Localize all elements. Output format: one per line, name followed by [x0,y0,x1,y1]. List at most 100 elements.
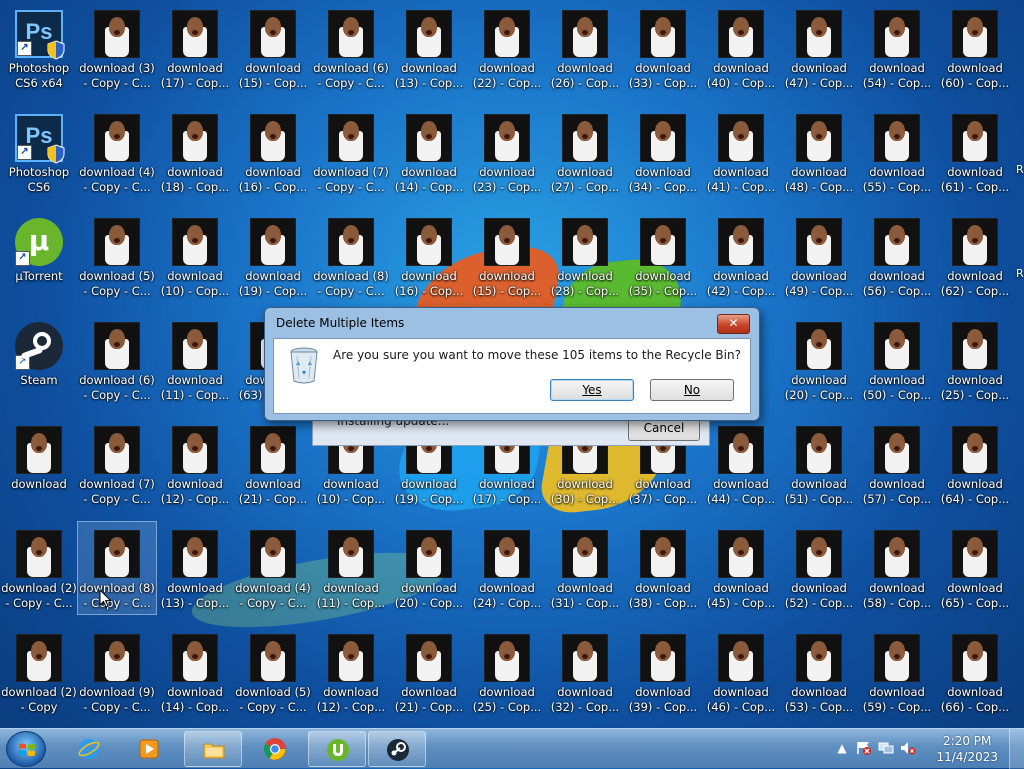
network-icon[interactable] [878,741,894,755]
desktop-file-icon[interactable]: download (41) - Cop... [702,106,780,198]
desktop-file-icon[interactable]: download (27) - Cop... [546,106,624,198]
desktop-file-icon[interactable]: download (21) - Cop... [390,626,468,718]
desktop-file-icon[interactable]: download (8) - Copy - C... [77,521,157,615]
desktop-file-icon[interactable]: download (5) - Copy - C... [234,626,312,718]
desktop-file-icon[interactable]: download (42) - Cop... [702,210,780,302]
desktop-file-icon[interactable]: download (47) - Cop... [780,2,858,94]
desktop-file-icon[interactable]: download (31) - Cop... [546,522,624,614]
desktop-file-icon[interactable]: download (5) - Copy - C... [78,210,156,302]
taskbar-clock[interactable]: 2:20 PM 11/4/2023 [936,733,998,765]
show-hidden-icons-icon[interactable]: ▲ [834,741,850,755]
desktop-file-icon[interactable]: download (19) - Cop... [234,210,312,302]
desktop-file-icon[interactable]: download (10) - Cop... [156,210,234,302]
desktop-file-icon[interactable]: download (39) - Cop... [624,626,702,718]
icon-label: download (23) - Cop... [472,165,542,194]
desktop-file-icon[interactable]: download (46) - Cop... [702,626,780,718]
close-button[interactable]: ✕ [717,314,750,334]
desktop-file-icon[interactable]: download (20) - Cop... [390,522,468,614]
desktop-file-icon[interactable]: download (23) - Cop... [468,106,546,198]
desktop-file-icon[interactable]: download (66) - Cop... [936,626,1014,718]
desktop-file-icon[interactable]: download (6) - Copy - C... [78,314,156,406]
desktop-file-icon[interactable]: download (56) - Cop... [858,210,936,302]
desktop-file-icon[interactable]: download (50) - Cop... [858,314,936,406]
desktop-file-icon[interactable]: download (55) - Cop... [858,106,936,198]
desktop-file-icon[interactable]: download (52) - Cop... [780,522,858,614]
desktop-file-icon[interactable]: download (2) - Copy - C... [0,522,78,614]
desktop-file-icon[interactable]: download (16) - Cop... [390,210,468,302]
desktop-file-icon[interactable]: download (15) - Cop... [468,210,546,302]
desktop-file-icon[interactable]: download (58) - Cop... [858,522,936,614]
desktop-file-icon[interactable]: download (44) - Cop... [702,418,780,510]
desktop-shortcut[interactable]: Ps ↗ Photoshop CS6 [0,106,78,198]
taskbar-media-player[interactable] [120,731,178,767]
desktop-file-icon[interactable]: download (13) - Cop... [390,2,468,94]
volume-muted-icon[interactable] [900,741,916,755]
desktop-shortcut[interactable]: µ ↗ µTorrent [0,210,78,302]
desktop-file-icon[interactable]: download (25) - Cop... [936,314,1014,406]
taskbar-steam[interactable] [368,731,426,767]
desktop-file-icon[interactable]: download (26) - Cop... [546,2,624,94]
desktop-file-icon[interactable]: download (61) - Cop... [936,106,1014,198]
desktop-file-icon[interactable]: download (17) - Cop... [156,2,234,94]
desktop-file-icon[interactable]: download (28) - Cop... [546,210,624,302]
taskbar-chrome[interactable] [246,731,304,767]
desktop-file-icon[interactable]: download (7) - Copy - C... [78,418,156,510]
desktop-file-icon[interactable]: download (51) - Cop... [780,418,858,510]
desktop-file-icon[interactable]: download (18) - Cop... [156,106,234,198]
start-button[interactable] [6,731,46,767]
desktop-file-icon[interactable]: download (15) - Cop... [234,2,312,94]
taskbar-file-explorer[interactable] [184,731,242,767]
desktop-file-icon[interactable]: download (64) - Cop... [936,418,1014,510]
desktop-file-icon[interactable]: download (16) - Cop... [234,106,312,198]
desktop-file-icon[interactable]: download (40) - Cop... [702,2,780,94]
yes-button[interactable]: Yes [550,379,634,401]
dialog-titlebar[interactable]: Delete Multiple Items ✕ [265,308,759,338]
no-button[interactable]: No [650,379,734,401]
desktop-file-icon[interactable]: download (53) - Cop... [780,626,858,718]
shortcut-arrow-icon: ↗ [15,355,30,370]
desktop-file-icon[interactable]: download (48) - Cop... [780,106,858,198]
desktop-file-icon[interactable]: download (6) - Copy - C... [312,2,390,94]
desktop-file-icon[interactable]: download (45) - Cop... [702,522,780,614]
desktop-file-icon[interactable]: download (57) - Cop... [858,418,936,510]
desktop-file-icon[interactable]: download (49) - Cop... [780,210,858,302]
desktop-file-icon[interactable]: download (25) - Cop... [468,626,546,718]
desktop-shortcut[interactable]: ↗ Steam [0,314,78,406]
desktop-file-icon[interactable]: download (38) - Cop... [624,522,702,614]
desktop-file-icon[interactable]: download (12) - Cop... [312,626,390,718]
desktop-file-icon[interactable]: download (32) - Cop... [546,626,624,718]
desktop-shortcut[interactable]: Ps ↗ Photoshop CS6 x64 [0,2,78,94]
desktop-file-icon[interactable]: download (62) - Cop... [936,210,1014,302]
desktop-file-icon[interactable]: download (60) - Cop... [936,2,1014,94]
icon-label: download (60) - Cop... [940,61,1010,90]
desktop-file-icon[interactable]: download (4) - Copy - C... [234,522,312,614]
desktop-file-icon[interactable]: download (13) - Cop... [156,522,234,614]
desktop-file-icon[interactable]: download (12) - Cop... [156,418,234,510]
icon-label: download (47) - Cop... [784,61,854,90]
desktop-file-icon[interactable]: download (35) - Cop... [624,210,702,302]
desktop-file-icon[interactable]: download (3) - Copy - C... [78,2,156,94]
desktop-file-icon[interactable]: download (59) - Cop... [858,626,936,718]
desktop-file-icon[interactable]: download (7) - Copy - C... [312,106,390,198]
show-desktop-button[interactable] [1009,729,1024,769]
desktop-file-icon[interactable]: download (21) - Cop... [234,418,312,510]
desktop-file-icon[interactable]: download (2) - Copy [0,626,78,718]
desktop-file-icon[interactable]: download (65) - Cop... [936,522,1014,614]
taskbar-utorrent[interactable] [308,731,366,767]
desktop-file-icon[interactable]: download (8) - Copy - C... [312,210,390,302]
desktop-file-icon[interactable]: download (20) - Cop... [780,314,858,406]
desktop-file-icon[interactable]: download (11) - Cop... [156,314,234,406]
desktop-file-icon[interactable]: download (4) - Copy - C... [78,106,156,198]
desktop-file-icon[interactable]: download (22) - Cop... [468,2,546,94]
desktop-file-icon[interactable]: download (54) - Cop... [858,2,936,94]
action-center-icon[interactable] [856,741,872,755]
desktop-file-icon[interactable]: download (33) - Cop... [624,2,702,94]
desktop-file-icon[interactable]: download (34) - Cop... [624,106,702,198]
desktop-file-icon[interactable]: download (24) - Cop... [468,522,546,614]
desktop-file-icon[interactable]: download (9) - Copy - C... [78,626,156,718]
desktop-file-icon[interactable]: download (14) - Cop... [156,626,234,718]
desktop-file-icon[interactable]: download (11) - Cop... [312,522,390,614]
desktop-file-icon[interactable]: download (14) - Cop... [390,106,468,198]
taskbar-internet-explorer[interactable] [60,731,118,767]
desktop-file-icon[interactable]: download [0,418,78,510]
